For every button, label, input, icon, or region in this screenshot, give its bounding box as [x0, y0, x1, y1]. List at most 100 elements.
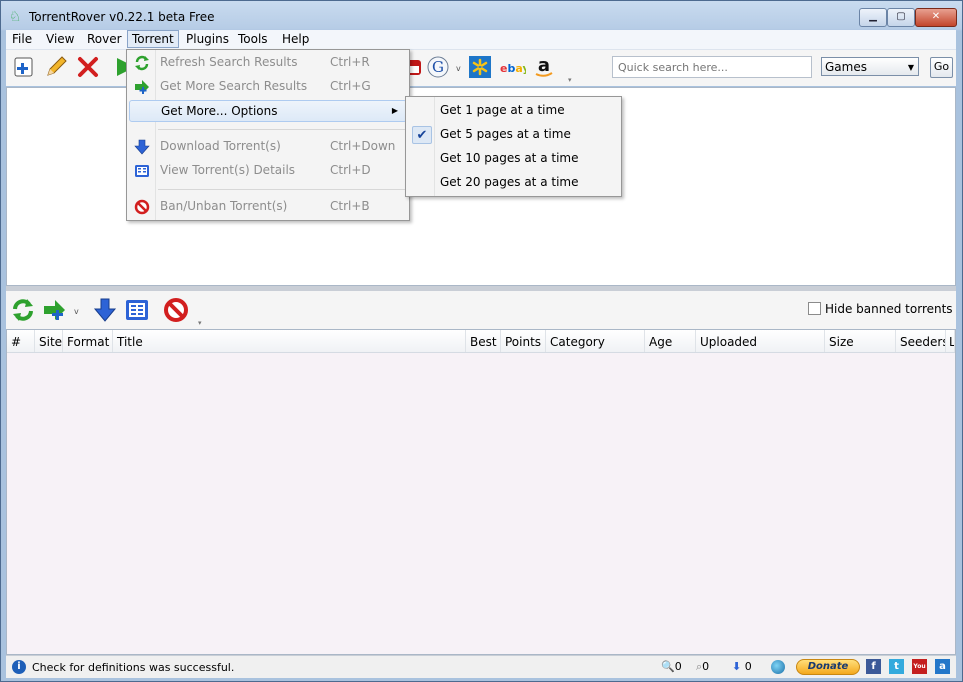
category-select[interactable]: Games ▼ [821, 57, 919, 76]
ebay-icon[interactable]: ebay [500, 55, 530, 79]
app-logo-icon: ♘ [9, 9, 22, 25]
column-size[interactable]: Size [825, 330, 896, 352]
toolbar2-overflow-icon[interactable]: ▾ [198, 319, 202, 327]
column-format[interactable]: Format [63, 330, 113, 352]
menu-separator [158, 129, 405, 130]
menu-item-label: Download Torrent(s) [160, 139, 281, 153]
menu-tools[interactable]: Tools [234, 31, 272, 47]
menu-plugins[interactable]: Plugins [182, 31, 233, 47]
hide-banned-label: Hide banned torrents [825, 302, 953, 316]
walmart-icon[interactable] [468, 55, 492, 79]
svg-text:G: G [432, 58, 444, 76]
details-icon [134, 163, 150, 179]
details-icon[interactable] [124, 297, 148, 321]
twitter-icon[interactable]: t [889, 659, 904, 674]
amazon-icon[interactable]: a [532, 55, 556, 79]
category-select-value: Games [825, 60, 867, 74]
column-age[interactable]: Age [645, 330, 696, 352]
search-count: 0 [674, 660, 682, 673]
get-more-icon[interactable] [42, 297, 66, 321]
menu-item-refresh-search-results[interactable]: Refresh Search Results Ctrl+R [129, 52, 407, 74]
column-category[interactable]: Category [546, 330, 645, 352]
start-icon[interactable] [114, 55, 126, 79]
google-icon[interactable]: G [426, 55, 450, 79]
ban-icon[interactable] [163, 297, 188, 322]
edit-icon[interactable] [44, 55, 68, 79]
menu-item-label: Ban/Unban Torrent(s) [160, 199, 288, 213]
column-number[interactable]: # [7, 330, 35, 352]
menu-view[interactable]: View [42, 31, 78, 47]
menu-item-get-more-search-results[interactable]: Get More Search Results Ctrl+G [129, 76, 407, 98]
menu-item-ban-unban-torrents[interactable]: Ban/Unban Torrent(s) Ctrl+B [129, 196, 407, 218]
submenu-item-1-page[interactable]: Get 1 page at a time [408, 100, 619, 122]
menu-help[interactable]: Help [278, 31, 313, 47]
add-search-icon[interactable] [12, 55, 36, 79]
torrent-grid[interactable]: # Site Format Title Best Points Category… [6, 329, 956, 655]
svg-text:ebay: ebay [500, 62, 526, 75]
globe-icon[interactable] [771, 660, 785, 674]
get-more-icon [134, 79, 150, 95]
quick-search-field[interactable] [612, 56, 812, 78]
donate-button[interactable]: Donate [796, 659, 860, 675]
quick-search-input[interactable] [616, 57, 810, 77]
submenu-item-label: Get 1 page at a time [440, 103, 565, 117]
menu-rover[interactable]: Rover [83, 31, 126, 47]
menu-item-view-torrent-details[interactable]: View Torrent(s) Details Ctrl+D [129, 160, 407, 182]
youtube-social-icon[interactable]: You [912, 659, 927, 674]
minimize-button[interactable]: ▁ [859, 8, 887, 27]
menu-item-shortcut: Ctrl+D [330, 163, 371, 177]
status-bar: i Check for definitions was successful. … [6, 655, 956, 678]
status-message: Check for definitions was successful. [32, 661, 235, 674]
info-icon: i [12, 660, 26, 674]
menu-separator [158, 189, 405, 190]
refresh-icon[interactable] [10, 297, 34, 321]
submenu-item-10-pages[interactable]: Get 10 pages at a time [408, 148, 619, 170]
menu-item-shortcut: Ctrl+B [330, 199, 370, 213]
delete-icon[interactable] [76, 55, 100, 79]
close-button[interactable]: ✕ [915, 8, 957, 27]
column-leechers[interactable]: L [946, 330, 955, 352]
download-arrow-icon: ⬇ [732, 660, 742, 673]
menu-item-download-torrents[interactable]: Download Torrent(s) Ctrl+Down [129, 136, 407, 158]
get-more-dropdown-icon[interactable]: v [74, 307, 79, 316]
toolbar-overflow-icon[interactable]: ▾ [568, 76, 572, 84]
google-dropdown-icon[interactable]: v [456, 64, 461, 73]
menu-torrent[interactable]: Torrent [127, 30, 179, 48]
secondary-count: 0 [702, 660, 710, 673]
check-placeholder [412, 174, 432, 192]
svg-text:a: a [538, 55, 550, 76]
menu-item-label: Get More... Options [161, 104, 278, 118]
download-count: 0 [744, 660, 752, 673]
menu-file[interactable]: File [8, 31, 36, 47]
column-title[interactable]: Title [113, 330, 466, 352]
magnifier-icon: 🔍 [661, 660, 675, 673]
submenu-item-20-pages[interactable]: Get 20 pages at a time [408, 172, 619, 194]
menu-item-get-more-options[interactable]: Get More... Options ▶ [129, 100, 407, 122]
submenu-arrow-icon: ▶ [391, 106, 398, 115]
column-uploaded[interactable]: Uploaded [696, 330, 825, 352]
title-bar[interactable]: ♘ TorrentRover v0.22.1 beta Free ▁ ▢ ✕ [1, 1, 962, 31]
ban-icon [134, 199, 150, 215]
submenu-item-5-pages[interactable]: ✔ Get 5 pages at a time [408, 124, 619, 146]
secondary-count-indicator: ⌕0 [696, 660, 709, 674]
go-button[interactable]: Go [930, 57, 953, 78]
amazon-social-icon[interactable]: a [935, 659, 950, 674]
download-icon[interactable] [92, 297, 117, 322]
download-count-indicator: ⬇ 0 [732, 660, 752, 674]
torrent-menu-dropdown: Refresh Search Results Ctrl+R Get More S… [126, 49, 410, 221]
column-best[interactable]: Best [466, 330, 501, 352]
column-points[interactable]: Points [501, 330, 546, 352]
column-site[interactable]: Site [35, 330, 63, 352]
maximize-button[interactable]: ▢ [887, 8, 915, 27]
chevron-down-icon: ▼ [907, 63, 914, 72]
search-count-indicator: 🔍0 [661, 660, 682, 674]
hide-banned-toggle[interactable]: Hide banned torrents [808, 302, 953, 316]
menu-bar: File View Rover Torrent Plugins Tools He… [6, 30, 956, 50]
column-seeders[interactable]: Seeders [896, 330, 946, 352]
menu-item-shortcut: Ctrl+G [330, 79, 371, 93]
refresh-icon [134, 55, 150, 71]
menu-item-label: Get More Search Results [160, 79, 308, 93]
hide-banned-checkbox[interactable] [808, 302, 821, 315]
facebook-icon[interactable]: f [866, 659, 881, 674]
download-icon [134, 139, 150, 155]
